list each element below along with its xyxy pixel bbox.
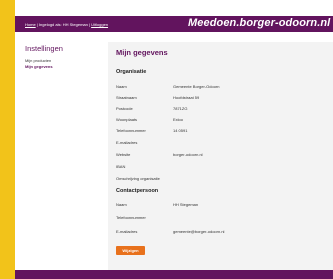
sidebar: Instellingen Mijn producten Mijn gegeven… <box>25 44 95 69</box>
field-row: Naam HH Stegeman <box>116 202 326 212</box>
field-row: E-mailadres <box>116 140 326 150</box>
field-value: Gemeente Borger-Odoorn <box>173 84 220 89</box>
footer-bar <box>15 270 333 279</box>
section-heading-contactpersoon: Contactpersoon <box>116 188 159 194</box>
section-heading-organisatie: Organisatie <box>116 69 147 75</box>
field-label: Telefoonnummer <box>116 215 146 220</box>
field-row: Woonplaats Exloo <box>116 117 326 127</box>
sidebar-title: Instellingen <box>25 44 63 53</box>
page-title: Mijn gegevens <box>116 48 168 57</box>
field-row: Telefoonnummer 14 0591 <box>116 128 326 138</box>
field-row: Website borger-odoorn.nl <box>116 152 326 162</box>
logged-in-user: Ingelogd als: HH Stegeman <box>38 22 88 27</box>
field-value: Exloo <box>173 117 184 122</box>
field-value: 14 0591 <box>173 128 188 133</box>
field-label: Woonplaats <box>116 117 138 122</box>
field-row: Straatnaam Hoofdstraat 59 <box>116 95 326 105</box>
field-row: Naam Gemeente Borger-Odoorn <box>116 84 326 94</box>
field-label: Telefoonnummer <box>116 128 146 133</box>
field-row: Omschrijving organisatie <box>116 176 326 186</box>
field-value: 7871ZG <box>173 106 188 111</box>
field-label: Straatnaam <box>116 95 137 100</box>
field-label: Naam <box>116 84 127 89</box>
breadcrumb: Home | Ingelogd als: HH Stegeman | Uitlo… <box>25 22 108 27</box>
field-label: E-mailadres <box>116 229 138 234</box>
page: Home | Ingelogd als: HH Stegeman | Uitlo… <box>15 0 333 279</box>
field-label: Naam <box>116 202 127 207</box>
main-panel: Mijn gegevens Organisatie Naam Gemeente … <box>108 42 333 274</box>
field-label: IBAN <box>116 164 126 169</box>
field-value: gemeente@borger-odoorn.nl <box>173 229 225 234</box>
sidebar-item-mijn-gegevens[interactable]: Mijn gegevens <box>25 64 95 70</box>
field-row: Telefoonnummer <box>116 215 326 225</box>
logout-link[interactable]: Uitloggen <box>91 22 108 27</box>
field-value: Hoofdstraat 59 <box>173 95 200 100</box>
field-label: Omschrijving organisatie <box>116 176 160 181</box>
wijzigen-button[interactable]: Wijzigen <box>116 246 145 255</box>
top-bar: Home | Ingelogd als: HH Stegeman | Uitlo… <box>15 16 333 32</box>
field-label: Website <box>116 152 131 157</box>
site-logo-text[interactable]: Meedoen.borger-odoorn.nl <box>188 17 330 29</box>
field-value: HH Stegeman <box>173 202 199 207</box>
field-label: E-mailadres <box>116 140 138 145</box>
field-row: E-mailadres gemeente@borger-odoorn.nl <box>116 229 326 239</box>
field-row: IBAN <box>116 164 326 174</box>
home-link[interactable]: Home <box>25 22 36 27</box>
field-row: Postcode 7871ZG <box>116 106 326 116</box>
field-label: Postcode <box>116 106 133 111</box>
field-value: borger-odoorn.nl <box>173 152 203 157</box>
